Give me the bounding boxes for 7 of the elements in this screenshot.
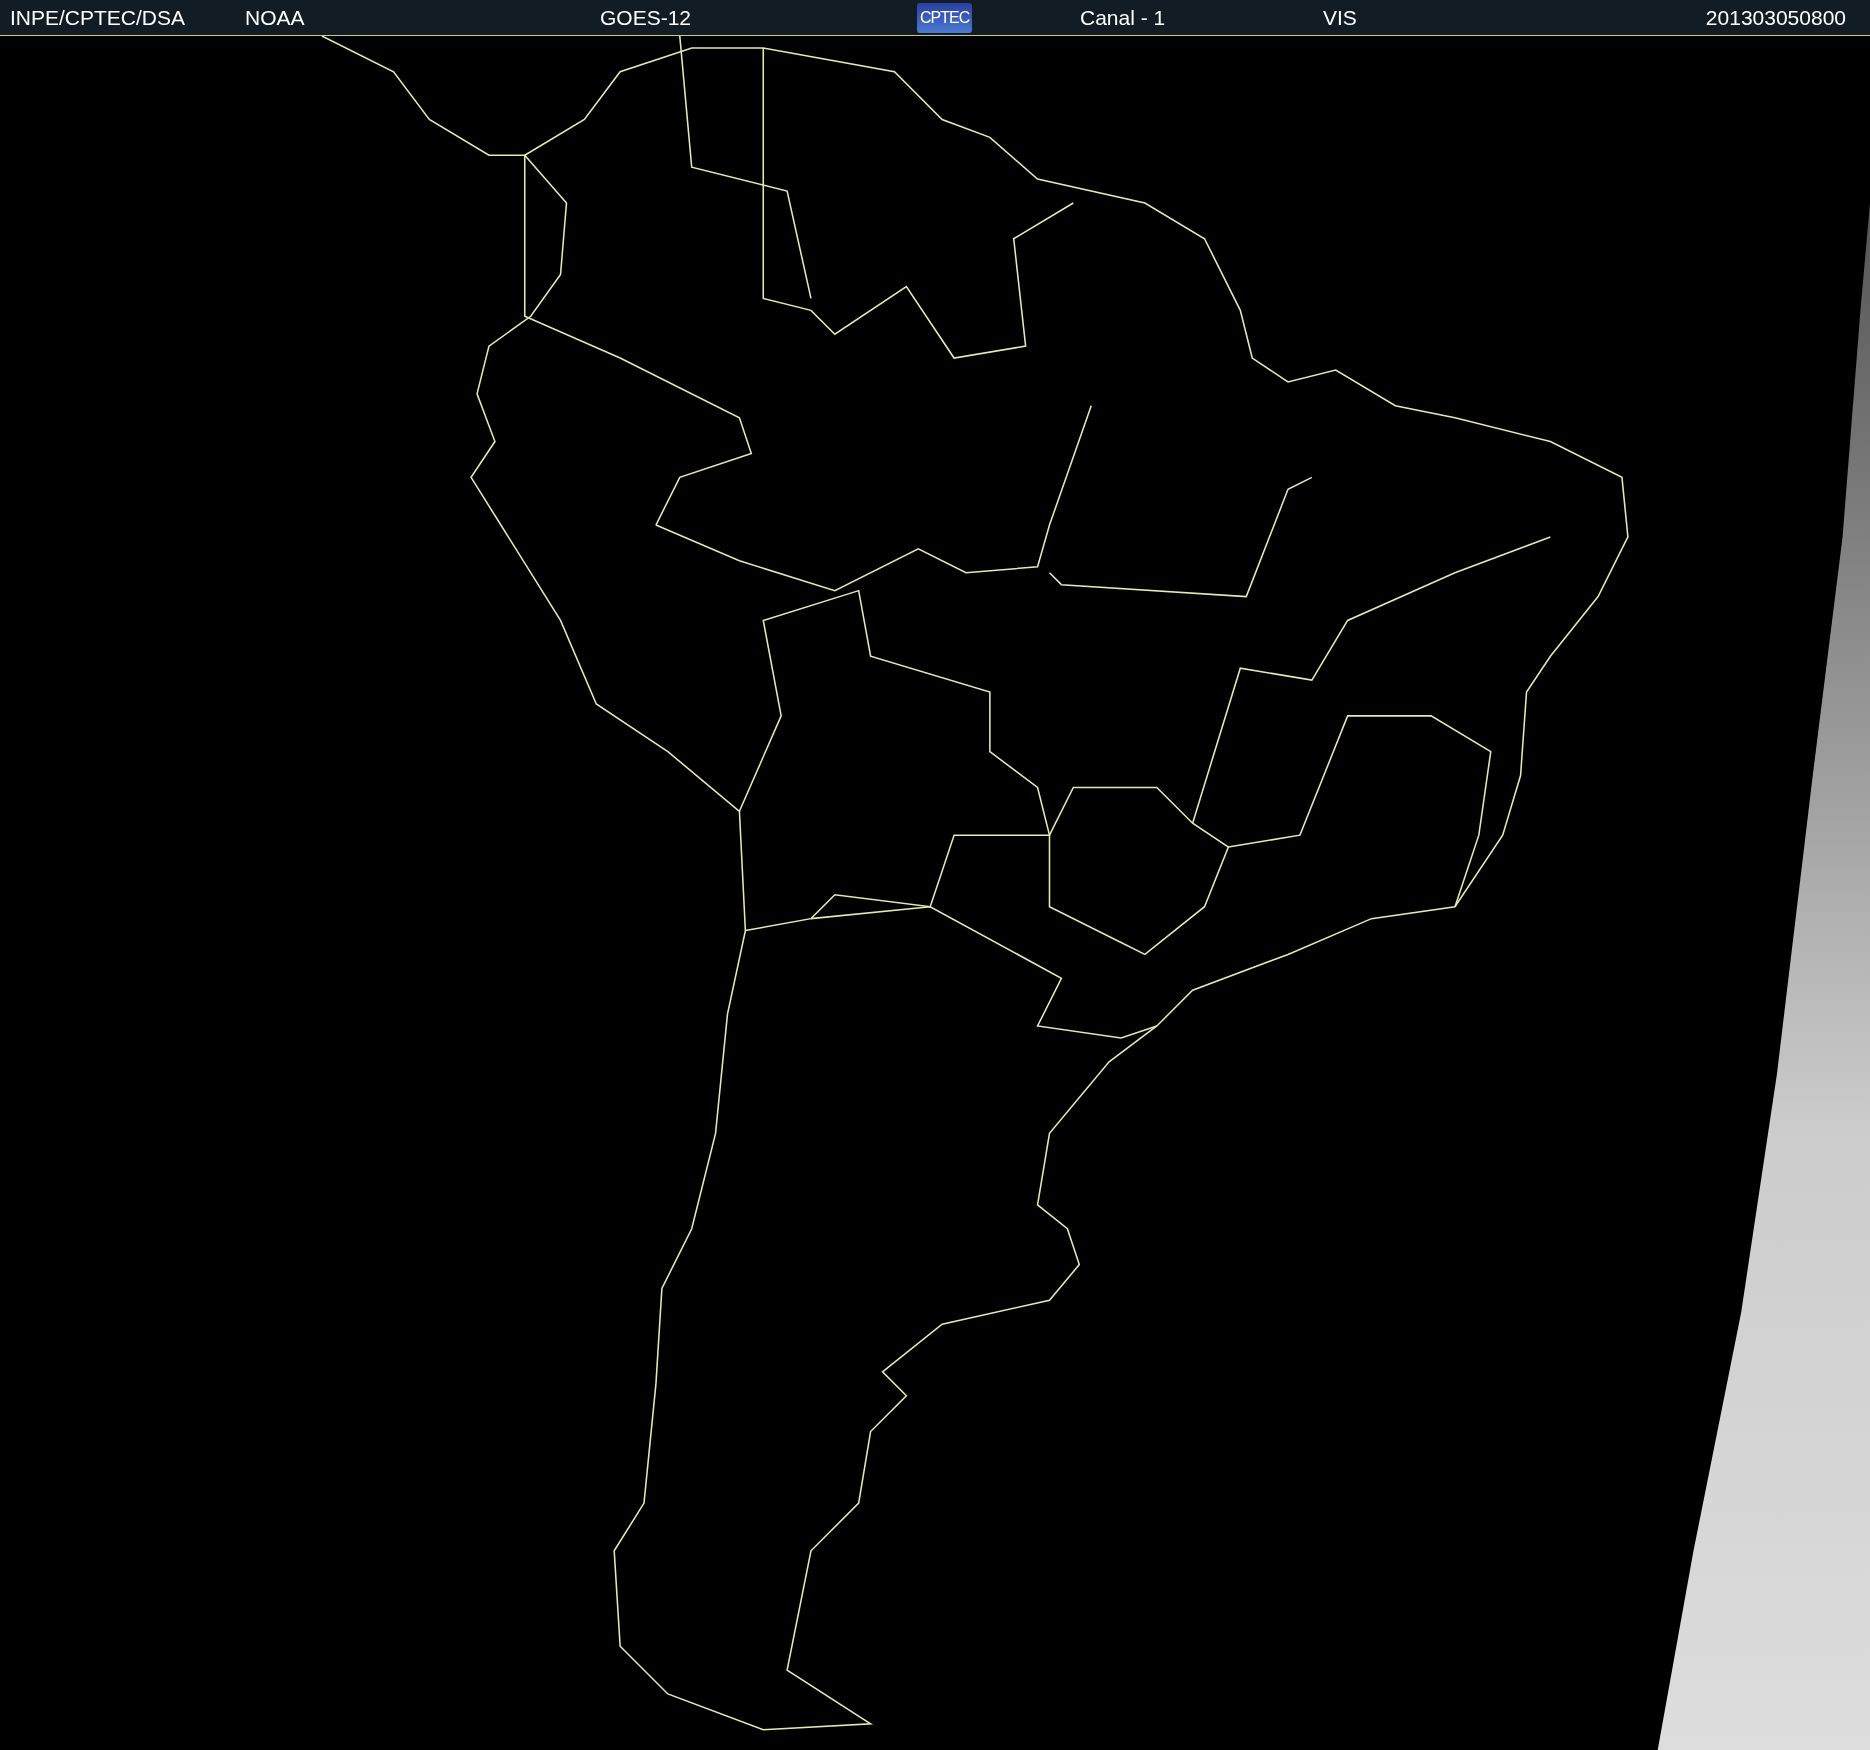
satellite-label: GOES-12 [600,5,692,30]
timestamp-label: 201303050800 [1705,5,1846,30]
band-label: VIS [1323,5,1357,30]
channel-label: Canal - 1 [1080,5,1166,30]
logo: CPTEC [917,2,973,33]
source-label: INPE/CPTEC/DSA [10,5,186,30]
agency-label: NOAA [245,5,305,30]
